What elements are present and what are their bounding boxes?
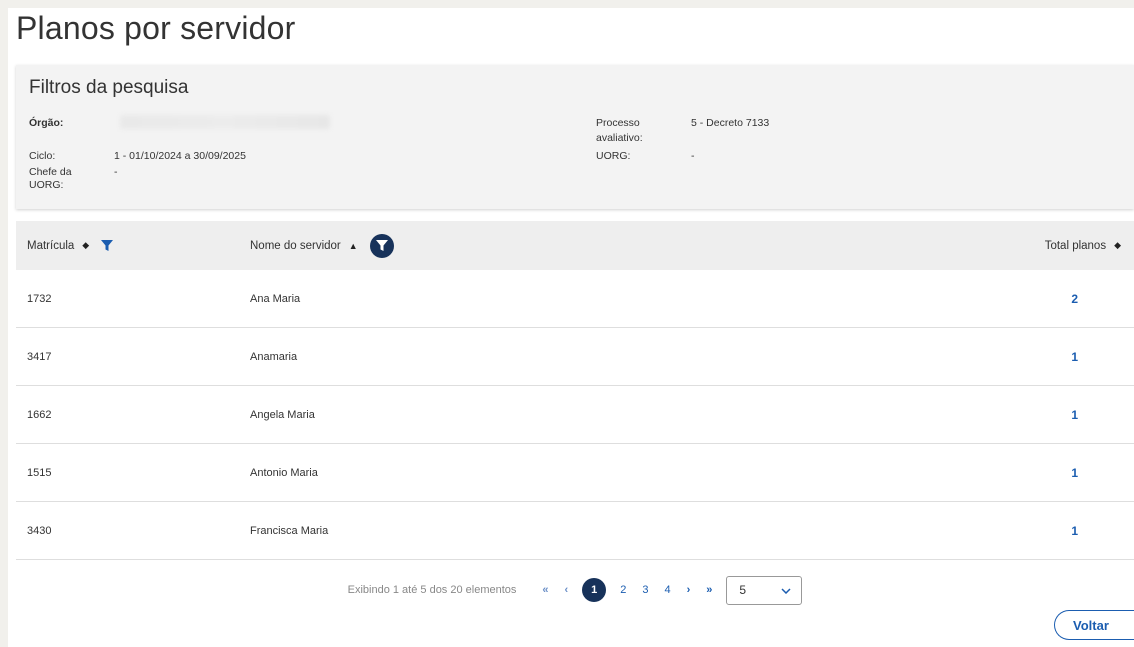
sort-icon[interactable]: ◆ — [82, 240, 89, 251]
next-page-button[interactable]: › — [687, 584, 691, 596]
table-row[interactable]: 1662 Angela Maria 1 — [16, 386, 1134, 444]
page-button-2[interactable]: 2 — [620, 584, 626, 596]
sort-icon[interactable]: ◆ — [1114, 240, 1121, 251]
uorg-value: - — [691, 150, 695, 162]
page-size-value: 5 — [739, 583, 747, 597]
table-row[interactable]: 1732 Ana Maria 2 — [16, 270, 1134, 328]
page-button-1[interactable]: 1 — [582, 578, 607, 602]
back-button[interactable]: Voltar — [1054, 610, 1134, 640]
cell-nome: Anamaria — [250, 350, 298, 363]
chefe-value: - — [114, 166, 118, 178]
cell-total-link[interactable]: 2 — [1071, 270, 1078, 327]
th-nome-label: Nome do servidor — [250, 239, 341, 252]
table-row[interactable]: 1515 Antonio Maria 1 — [16, 444, 1134, 502]
cell-matricula: 1515 — [27, 466, 52, 479]
cell-total-link[interactable]: 1 — [1071, 444, 1078, 501]
cell-total-link[interactable]: 1 — [1071, 502, 1078, 559]
last-page-button[interactable]: » — [706, 584, 712, 596]
cell-nome: Ana Maria — [250, 292, 301, 305]
chefe-label-line2: UORG: — [29, 179, 64, 191]
th-matricula-label: Matrícula — [27, 239, 75, 252]
processo-value: 5 - Decreto 7133 — [691, 117, 770, 129]
table-row[interactable]: 3417 Anamaria 1 — [16, 328, 1134, 386]
ciclo-value: 1 - 01/10/2024 a 30/09/2025 — [114, 150, 246, 162]
chevron-down-icon — [781, 583, 791, 597]
th-total-label: Total planos — [1044, 239, 1107, 252]
filter-icon[interactable] — [101, 239, 114, 252]
first-page-button[interactable]: « — [542, 584, 548, 596]
servidores-table: Matrícula ◆ Nome do servidor ▲ Total pla… — [16, 221, 1134, 605]
cell-total-link[interactable]: 1 — [1071, 328, 1078, 385]
filters-panel: Filtros da pesquisa Órgão: Ciclo: 1 - 01… — [16, 65, 1134, 209]
page-button-3[interactable]: 3 — [642, 584, 648, 596]
cell-nome: Antonio Maria — [250, 466, 318, 479]
pagination-info: Exibindo 1 até 5 dos 20 elementos — [347, 584, 517, 596]
cell-matricula: 1662 — [27, 408, 52, 421]
page-title: Planos por servidor — [16, 10, 296, 46]
th-matricula[interactable]: Matrícula ◆ — [27, 221, 114, 270]
cell-total-link[interactable]: 1 — [1071, 386, 1078, 443]
sort-asc-icon[interactable]: ▲ — [349, 241, 358, 251]
orgao-label: Órgão: — [29, 117, 64, 129]
processo-label-line2: avaliativo: — [596, 132, 643, 144]
cell-nome: Angela Maria — [250, 408, 315, 421]
cell-matricula: 3430 — [27, 524, 52, 537]
cell-matricula: 3417 — [27, 350, 52, 363]
table-header: Matrícula ◆ Nome do servidor ▲ Total pla… — [16, 221, 1134, 270]
pagination: Exibindo 1 até 5 dos 20 elementos « ‹ 1 … — [16, 570, 1134, 610]
page-size-select[interactable]: 5 — [726, 575, 803, 605]
th-total[interactable]: Total planos ◆ — [1045, 221, 1121, 270]
th-nome[interactable]: Nome do servidor ▲ — [250, 221, 394, 270]
cell-nome: Francisca Maria — [250, 524, 329, 537]
ciclo-label: Ciclo: — [29, 150, 56, 162]
table-row[interactable]: 3430 Francisca Maria 1 — [16, 502, 1134, 560]
page: Planos por servidor Filtros da pesquisa … — [8, 8, 1134, 647]
chefe-label-line1: Chefe da — [29, 166, 72, 178]
filters-title: Filtros da pesquisa — [29, 77, 189, 98]
prev-page-button[interactable]: ‹ — [565, 584, 569, 596]
cell-matricula: 1732 — [27, 292, 52, 305]
filter-icon[interactable] — [369, 233, 394, 258]
orgao-value-redacted — [120, 115, 330, 129]
page-button-4[interactable]: 4 — [664, 584, 670, 596]
processo-label-line1: Processo — [596, 117, 640, 129]
uorg-label: UORG: — [596, 150, 631, 162]
